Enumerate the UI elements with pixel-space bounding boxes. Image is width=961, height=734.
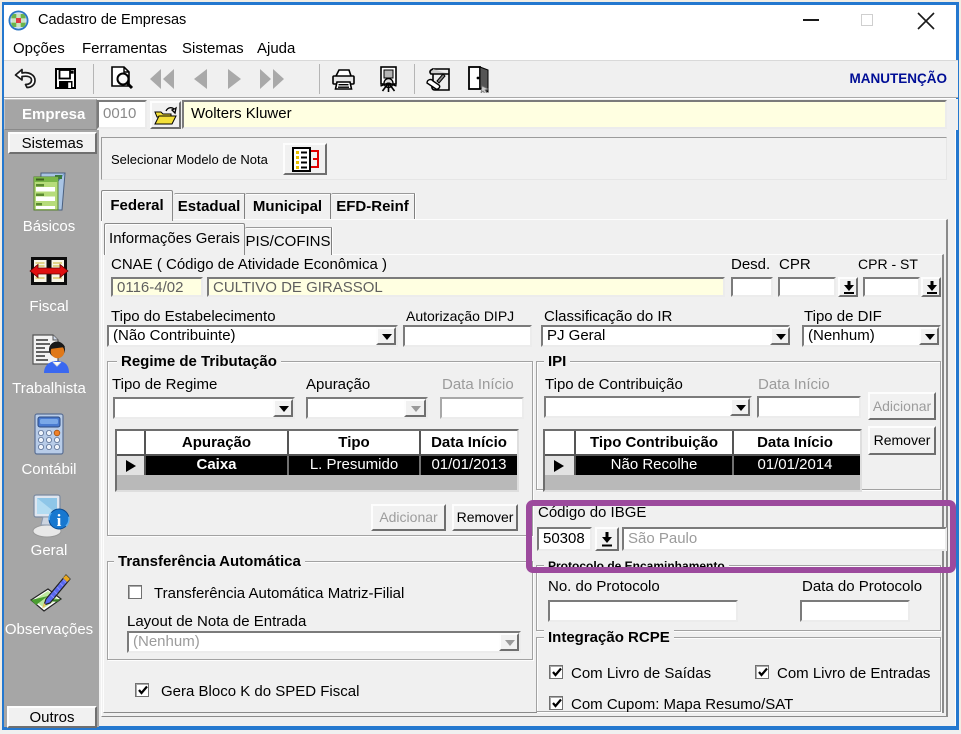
svg-text:i: i	[57, 511, 62, 530]
